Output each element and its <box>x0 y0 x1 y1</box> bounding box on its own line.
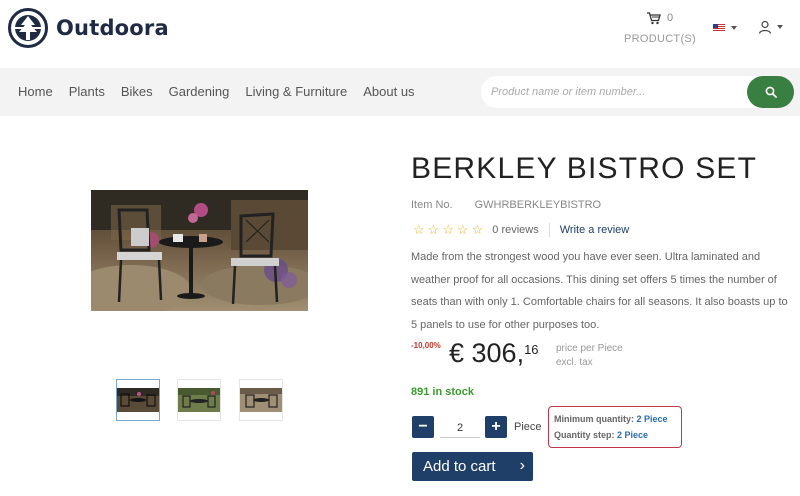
nav-menu: Home Plants Bikes Gardening Living & Fur… <box>18 84 431 99</box>
thumbnail-3[interactable] <box>239 379 283 421</box>
item-number-label: Item No. <box>411 199 453 211</box>
star-icon: ☆ <box>427 222 440 237</box>
nav-item-home[interactable]: Home <box>18 84 53 99</box>
language-selector[interactable] <box>713 24 737 32</box>
price-note: price per Piece excl. tax <box>556 342 623 370</box>
discount-badge: -10,00% <box>411 341 441 350</box>
increase-quantity-button[interactable]: + <box>485 416 507 438</box>
stock-status: 891 in stock <box>411 386 474 398</box>
nav-item-gardening[interactable]: Gardening <box>169 84 230 99</box>
qty-step-label: Quantity step: <box>554 430 615 440</box>
thumbnail-photo <box>178 388 220 412</box>
quantity-rules: Minimum quantity: 2 Piece Quantity step:… <box>548 406 682 448</box>
logo[interactable]: Outdoora <box>8 8 169 48</box>
thumbnail-photo <box>117 388 159 412</box>
product-main-image[interactable] <box>91 190 308 311</box>
rating-row: ☆ ☆ ☆ ☆ ☆ 0 reviews Write a review <box>413 222 629 238</box>
cart-icon <box>646 11 661 24</box>
star-icon: ☆ <box>456 222 469 237</box>
quantity-unit: Piece <box>514 421 542 433</box>
star-icon: ☆ <box>471 222 484 237</box>
search-icon <box>765 86 777 98</box>
add-to-cart-button[interactable]: Add to cart › <box>412 452 533 481</box>
chevron-down-icon <box>777 25 783 29</box>
star-rating[interactable]: ☆ ☆ ☆ ☆ ☆ <box>413 222 483 238</box>
star-icon: ☆ <box>413 222 425 237</box>
quantity-input[interactable] <box>440 418 480 438</box>
brand-name: Outdoora <box>56 16 169 40</box>
item-number: Item No. GWHRBERKLEYBISTRO <box>411 199 601 211</box>
item-number-value: GWHRBERKLEYBISTRO <box>474 199 602 211</box>
header: Outdoora 0 PRODUCT(S) <box>0 0 800 68</box>
cart-widget[interactable]: 0 PRODUCT(S) <box>620 10 700 45</box>
bistro-set-photo <box>91 190 308 311</box>
min-qty-label: Minimum quantity: <box>554 414 634 424</box>
search-input[interactable] <box>491 82 741 102</box>
write-review-link[interactable]: Write a review <box>560 224 629 236</box>
price-main: € 306, <box>449 338 525 368</box>
product-title: BERKLEY BISTRO SET <box>411 152 758 185</box>
thumbnail-photo <box>240 388 282 412</box>
price-tax-note: excl. tax <box>556 357 593 368</box>
divider <box>548 223 550 237</box>
add-to-cart-label: Add to cart <box>423 458 496 475</box>
us-flag-icon <box>713 24 725 32</box>
user-menu[interactable] <box>758 20 783 34</box>
min-qty-value: 2 Piece <box>636 414 668 424</box>
price: € 306,16 <box>449 338 539 369</box>
price-cents: 16 <box>524 342 539 357</box>
review-count: 0 reviews <box>492 224 539 236</box>
tree-logo-icon <box>8 8 48 48</box>
price-per-unit: price per Piece <box>556 343 623 354</box>
decrease-quantity-button[interactable]: − <box>412 416 434 438</box>
user-icon <box>758 20 772 34</box>
star-icon: ☆ <box>442 222 454 237</box>
cart-count: 0 <box>666 12 674 24</box>
chevron-down-icon <box>731 26 737 30</box>
chevron-right-icon: › <box>519 457 525 474</box>
cart-label: PRODUCT(S) <box>623 33 697 45</box>
product-description: Made from the strongest wood you have ev… <box>411 251 788 331</box>
nav-item-bikes[interactable]: Bikes <box>121 84 153 99</box>
thumbnail-1[interactable] <box>116 379 160 421</box>
nav-item-living-furniture[interactable]: Living & Furniture <box>245 84 347 99</box>
nav-item-about-us[interactable]: About us <box>363 84 414 99</box>
qty-step-value: 2 Piece <box>617 430 649 440</box>
thumbnail-2[interactable] <box>177 379 221 421</box>
search-button[interactable] <box>747 76 794 108</box>
nav-item-plants[interactable]: Plants <box>69 84 105 99</box>
